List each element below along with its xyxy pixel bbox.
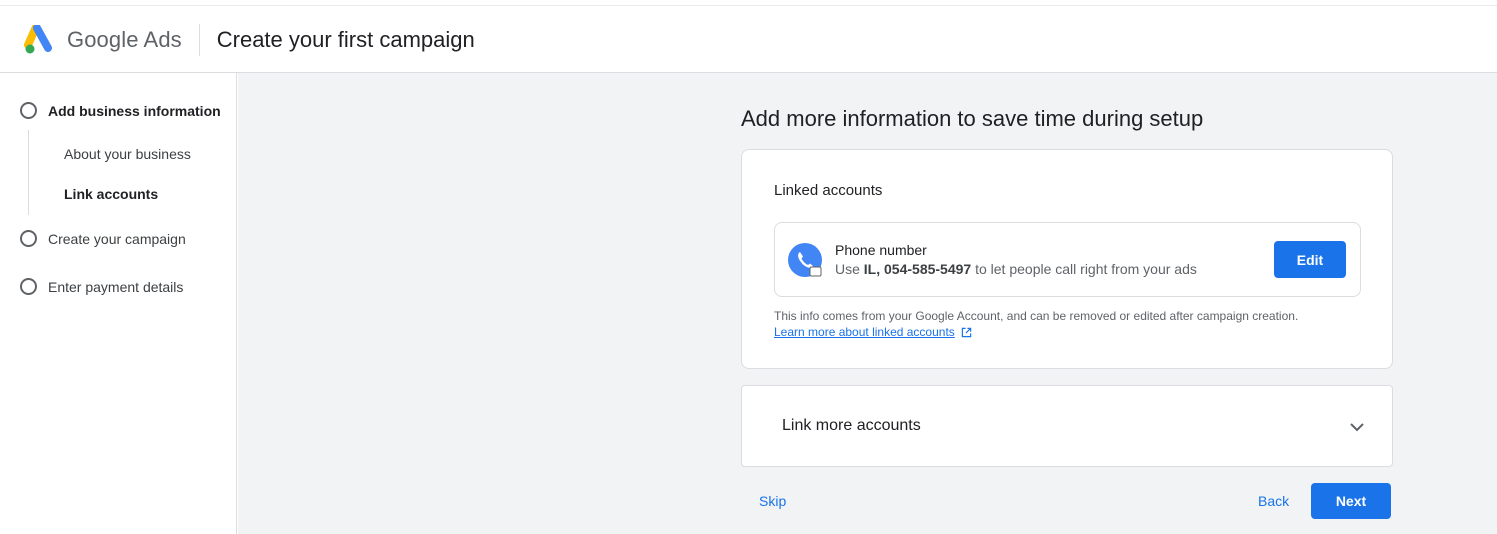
edit-phone-button[interactable]: Edit: [1274, 241, 1346, 278]
external-link-icon: [961, 327, 972, 337]
step-label: Enter payment details: [48, 278, 184, 295]
step-circle-icon: [20, 102, 37, 119]
back-button[interactable]: Back: [1258, 493, 1289, 509]
step-circle-icon: [20, 278, 37, 295]
google-ads-logo-icon: [24, 24, 52, 53]
progress-sidebar: Add business information About your busi…: [0, 73, 237, 534]
phone-icon: [788, 243, 822, 277]
phone-number-row: Phone number Use IL, 054-585-5497 to let…: [774, 222, 1361, 297]
linked-accounts-info: This info comes from your Google Account…: [774, 309, 1299, 323]
section-heading: Add more information to save time during…: [741, 106, 1204, 131]
header-divider: [198, 23, 200, 56]
phone-number-description: Use IL, 054-585-5497 to let people call …: [835, 261, 1197, 277]
learn-more-link[interactable]: Learn more about linked accounts: [774, 325, 972, 339]
linked-accounts-title: Linked accounts: [774, 182, 883, 199]
linked-accounts-card: Linked accounts Phone number Use IL, 054…: [741, 149, 1393, 369]
phone-number-title: Phone number: [835, 242, 927, 258]
link-more-accounts-panel[interactable]: Link more accounts: [741, 385, 1393, 467]
link-more-accounts-title: Link more accounts: [782, 417, 921, 434]
learn-more-label: Learn more about linked accounts: [774, 325, 955, 339]
brand-name: Google Ads: [67, 26, 182, 52]
step-label: Create your campaign: [48, 230, 186, 247]
page-title: Create your first campaign: [216, 26, 475, 52]
google-ads-logo[interactable]: Google Ads: [24, 24, 182, 55]
substep-about-your-business[interactable]: About your business: [64, 146, 191, 162]
step-enter-payment-details[interactable]: Enter payment details: [20, 278, 183, 295]
phone-number-value: IL, 054-585-5497: [863, 261, 972, 277]
substep-link-accounts[interactable]: Link accounts: [64, 186, 158, 202]
phone-desc-prefix: Use: [835, 261, 864, 277]
skip-button[interactable]: Skip: [759, 493, 786, 509]
phone-desc-suffix: to let people call right from your ads: [971, 261, 1197, 277]
top-strip: [0, 0, 1497, 6]
step-label: Add business information: [48, 102, 221, 119]
step-circle-icon: [20, 230, 37, 247]
main-content: Add more information to save time during…: [238, 73, 1497, 534]
step-add-business-information[interactable]: Add business information: [20, 102, 221, 119]
substep-line: [28, 130, 29, 215]
chevron-down-icon[interactable]: [1348, 418, 1366, 436]
step-create-your-campaign[interactable]: Create your campaign: [20, 230, 186, 247]
app-header: Google Ads Create your first campaign: [0, 7, 1497, 73]
next-button[interactable]: Next: [1311, 483, 1391, 519]
